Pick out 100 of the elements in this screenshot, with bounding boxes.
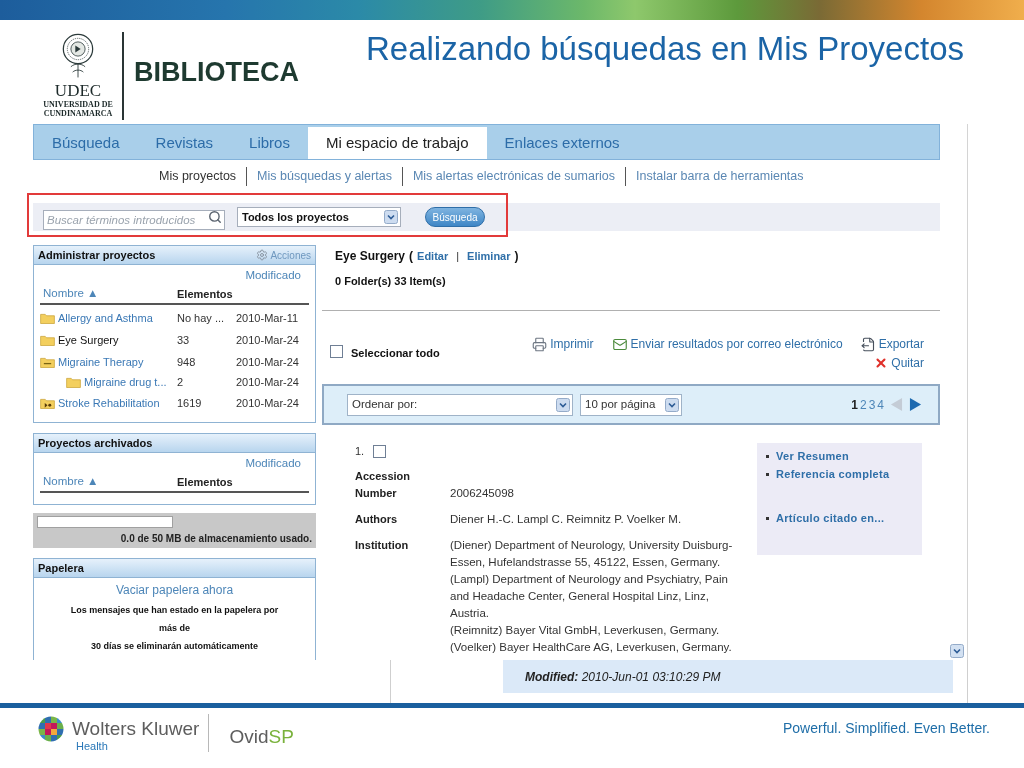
name-column-link[interactable]: Nombre ▲	[40, 285, 177, 303]
project-link[interactable]: Stroke Rehabilitation	[58, 394, 160, 412]
bullet-icon	[766, 454, 769, 458]
subnav-link[interactable]: Mis proyectos	[149, 167, 247, 186]
panel-title: Administrar proyectos	[38, 247, 156, 263]
field-value: (Lampl) Department of Neurology and Psychiatry, Pain and Headache Center, General Hospital Linz, Linz, Austria.	[450, 572, 729, 621]
panel-title: Proyectos archivados	[38, 435, 153, 451]
project-scope-select[interactable]: Todos los proyectos	[237, 207, 401, 227]
brand-division: Health	[75, 740, 109, 752]
nav-tab[interactable]: Libros	[231, 127, 308, 159]
modified-column-link[interactable]: Modificado	[245, 455, 301, 473]
export-link[interactable]: Exportar	[860, 336, 924, 352]
print-link[interactable]: Imprimir	[532, 336, 594, 352]
parenthesis: )	[514, 248, 519, 265]
item-count: No hay ...	[177, 310, 226, 326]
column-header: Elementos	[177, 286, 233, 302]
export-icon	[860, 336, 876, 352]
seal-wordmark: UDEC	[54, 82, 102, 100]
field-value: Diener H.-C. Lampl C. Reimnitz P. Voelker M.	[450, 512, 683, 527]
nav-tab[interactable]: Revistas	[137, 127, 232, 159]
actions-link[interactable]: Acciones	[256, 247, 311, 263]
remove-link[interactable]: Quitar	[874, 355, 924, 371]
name-column-link[interactable]: Nombre ▲	[40, 473, 177, 491]
project-link[interactable]: Migraine drug t...	[84, 374, 167, 391]
subnav-link[interactable]: Instalar barra de herramientas	[625, 167, 814, 186]
printer-icon	[532, 336, 548, 352]
select-all-label: Seleccionar todo	[351, 346, 440, 361]
nav-tab[interactable]: Mi espacio de trabajo	[307, 127, 487, 159]
seal-caption: UNIVERSIDAD DE	[43, 100, 113, 109]
mail-icon	[611, 336, 628, 352]
delete-link[interactable]: Eliminar	[467, 247, 511, 265]
page-link[interactable]: 3	[868, 395, 876, 414]
open-folder-icon	[40, 356, 55, 368]
per-page-select[interactable]: 10 por página	[580, 393, 682, 416]
page-link[interactable]: 2	[859, 395, 867, 414]
item-count: 948	[177, 354, 197, 370]
trash-notice: Los mensajes que han estado en la papelera por	[70, 604, 279, 617]
seal-caption: CUNDINAMARCA	[43, 109, 113, 118]
result-checkbox[interactable]	[373, 444, 387, 458]
search-field[interactable]: Buscar términos introducidos	[43, 210, 225, 230]
modified-date: 2010-Mar-24	[236, 354, 299, 370]
storage-caption: 0.0 de 50 MB de almacenamiento usado.	[120, 532, 312, 546]
result-link[interactable]: Artículo citado en...	[776, 509, 885, 527]
field-label: Accession Number	[355, 469, 412, 501]
search-icon[interactable]	[208, 210, 222, 224]
folder-icon	[66, 377, 81, 388]
modified-date: 2010-Mar-24	[236, 332, 299, 348]
email-link[interactable]: Enviar resultados por correo electrónico	[611, 336, 843, 352]
trash-notice: más de	[159, 622, 190, 635]
slide-title: Realizando búsquedas en Mis Proyectos	[366, 29, 964, 69]
modified-date: 2010-Mar-24	[236, 375, 299, 391]
scroll-down-icon[interactable]	[950, 644, 964, 658]
project-summary: 0 Folder(s) 33 Item(s)	[334, 274, 447, 287]
result-link[interactable]: Ver Resumen	[776, 447, 849, 465]
subnav-link[interactable]: Mis alertas electrónicas de sumarios	[401, 167, 626, 186]
item-count: 1619	[177, 395, 203, 411]
result-link[interactable]: Referencia completa	[776, 465, 890, 483]
field-value: 2006245098	[450, 486, 515, 501]
empty-trash-link[interactable]: Vaciar papelera ahora	[115, 581, 234, 599]
modified-column-link[interactable]: Modificado	[245, 267, 301, 285]
brand-name: Wolters Kluwer	[72, 718, 200, 740]
nav-tab[interactable]: Búsqueda	[34, 127, 138, 159]
project-link[interactable]: Migraine Therapy	[58, 353, 144, 371]
subnav-link[interactable]: Mis búsquedas y alertas	[246, 167, 402, 186]
search-button[interactable]: Búsqueda	[425, 207, 485, 227]
marked-folder-icon	[40, 397, 55, 409]
link-separator: |	[456, 248, 460, 264]
select-all-checkbox[interactable]	[330, 345, 343, 358]
tagline: Powerful. Simplified. Even Better.	[783, 720, 990, 736]
field-value: (Reimnitz) Bayer Vital GmbH, Leverkusen, Germany.	[450, 623, 721, 638]
sort-select[interactable]: Ordenar por:	[347, 393, 573, 416]
field-value: (Diener) Department of Neurology, University Duisburg-Essen, Hufelandstrasse 55, 45122, Essen, Germany.	[450, 538, 734, 570]
cross-icon	[874, 356, 889, 370]
project-link[interactable]: Allergy and Asthma	[58, 309, 153, 327]
gear-icon	[256, 249, 269, 261]
project-link[interactable]: Eye Surgery	[58, 331, 119, 349]
trash-notice: 30 días se eliminarán automáticamente	[90, 640, 259, 653]
column-header: Elementos	[177, 474, 233, 490]
field-value: (Voelker) Bayer HealthCare AG, Leverkusen, Germany.	[450, 640, 733, 655]
item-count: 33	[177, 332, 191, 348]
library-title: BIBLIOTECA	[134, 56, 299, 88]
project-title: Eye Surgery	[335, 248, 406, 265]
nav-tab[interactable]: Enlaces externos	[486, 127, 638, 159]
modified-timestamp: Modified: 2010-Jun-01 03:10:29 PM	[525, 668, 721, 686]
field-label: Authors	[355, 512, 399, 527]
bullet-icon	[766, 472, 769, 476]
bullet-icon	[766, 516, 769, 520]
field-label: Institution	[355, 538, 410, 553]
modified-date: 2010-Mar-11	[236, 310, 299, 326]
page-link[interactable]: 1	[851, 395, 858, 414]
parenthesis: (	[409, 248, 414, 265]
product-wordmark: OvidSP	[229, 726, 294, 748]
folder-icon	[40, 334, 55, 346]
edit-link[interactable]: Editar	[417, 247, 449, 265]
modified-date: 2010-Mar-24	[236, 395, 299, 411]
folder-icon	[40, 312, 55, 324]
panel-title: Papelera	[38, 560, 84, 576]
page-link[interactable]: 4	[877, 395, 884, 414]
item-count: 2	[177, 375, 185, 391]
next-page-icon[interactable]	[909, 397, 922, 412]
